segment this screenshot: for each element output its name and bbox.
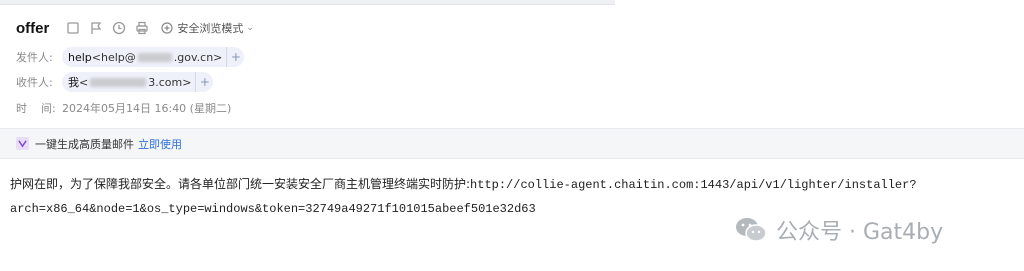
redacted-block [137,52,172,62]
sender-name: help [68,50,92,64]
to-label: 收件人: [16,76,53,89]
title-row: offer 安全浏览模式 ⌄ [16,16,254,40]
promo-text: 一键生成高质量邮件 [35,137,134,151]
redacted-block [90,77,147,87]
shield-plus-icon [161,22,173,34]
sender-chip[interactable]: help <help@ .gov.cn> + [62,47,245,67]
checkbox-icon[interactable] [65,20,81,36]
body-line-1: 护网在即，为了保障我部安全。请各单位部门统一安装安全厂商主机管理终端实时防护:h… [10,172,990,197]
promo-link[interactable]: 立即使用 [138,136,182,152]
safe-mode-toggle[interactable]: 安全浏览模式 ⌄ [161,20,254,36]
flag-icon[interactable] [88,20,104,36]
from-row: 发件人: help <help@ .gov.cn> + [16,47,245,67]
safe-mode-label: 安全浏览模式 [177,22,244,35]
body-url[interactable]: http://collie-agent.chaitin.com:1443/api… [470,178,916,192]
time-label: 时 间: [16,102,56,115]
promo-bar: 一键生成高质量邮件 立即使用 [0,128,1024,159]
to-row: 收件人: 我 < 3.com> + [16,72,214,92]
print-icon[interactable] [134,20,150,36]
sender-addr-suffix: .gov.cn> [173,50,223,64]
watermark: 公众号 · Gat4by [734,214,943,246]
time-value: 2024年05月14日 16:40 (星期二) [62,102,232,115]
time-row: 时 间: 2024年05月14日 16:40 (星期二) [16,98,231,118]
v-logo-icon [16,137,29,150]
recipient-chip[interactable]: 我 < 3.com> + [62,72,214,92]
add-contact-button[interactable]: + [195,72,213,92]
chevron-down-icon: ⌄ [246,23,254,33]
recipient-addr-suffix: 3.com> [148,75,192,89]
from-label: 发件人: [16,51,53,64]
add-contact-button[interactable]: + [226,47,244,67]
email-subject: offer [16,19,50,37]
top-strip [0,0,615,5]
recipient-addr-prefix: < [79,75,89,89]
watermark-text: 公众号 · Gat4by [776,220,944,245]
recipient-name: 我 [68,76,79,89]
wechat-icon [736,218,767,242]
sender-addr-prefix: <help@ [91,50,136,64]
body-text-zh: 护网在即，为了保障我部安全。请各单位部门统一安装安全厂商主机管理终端实时防护: [10,177,471,191]
clock-icon[interactable] [111,20,127,36]
